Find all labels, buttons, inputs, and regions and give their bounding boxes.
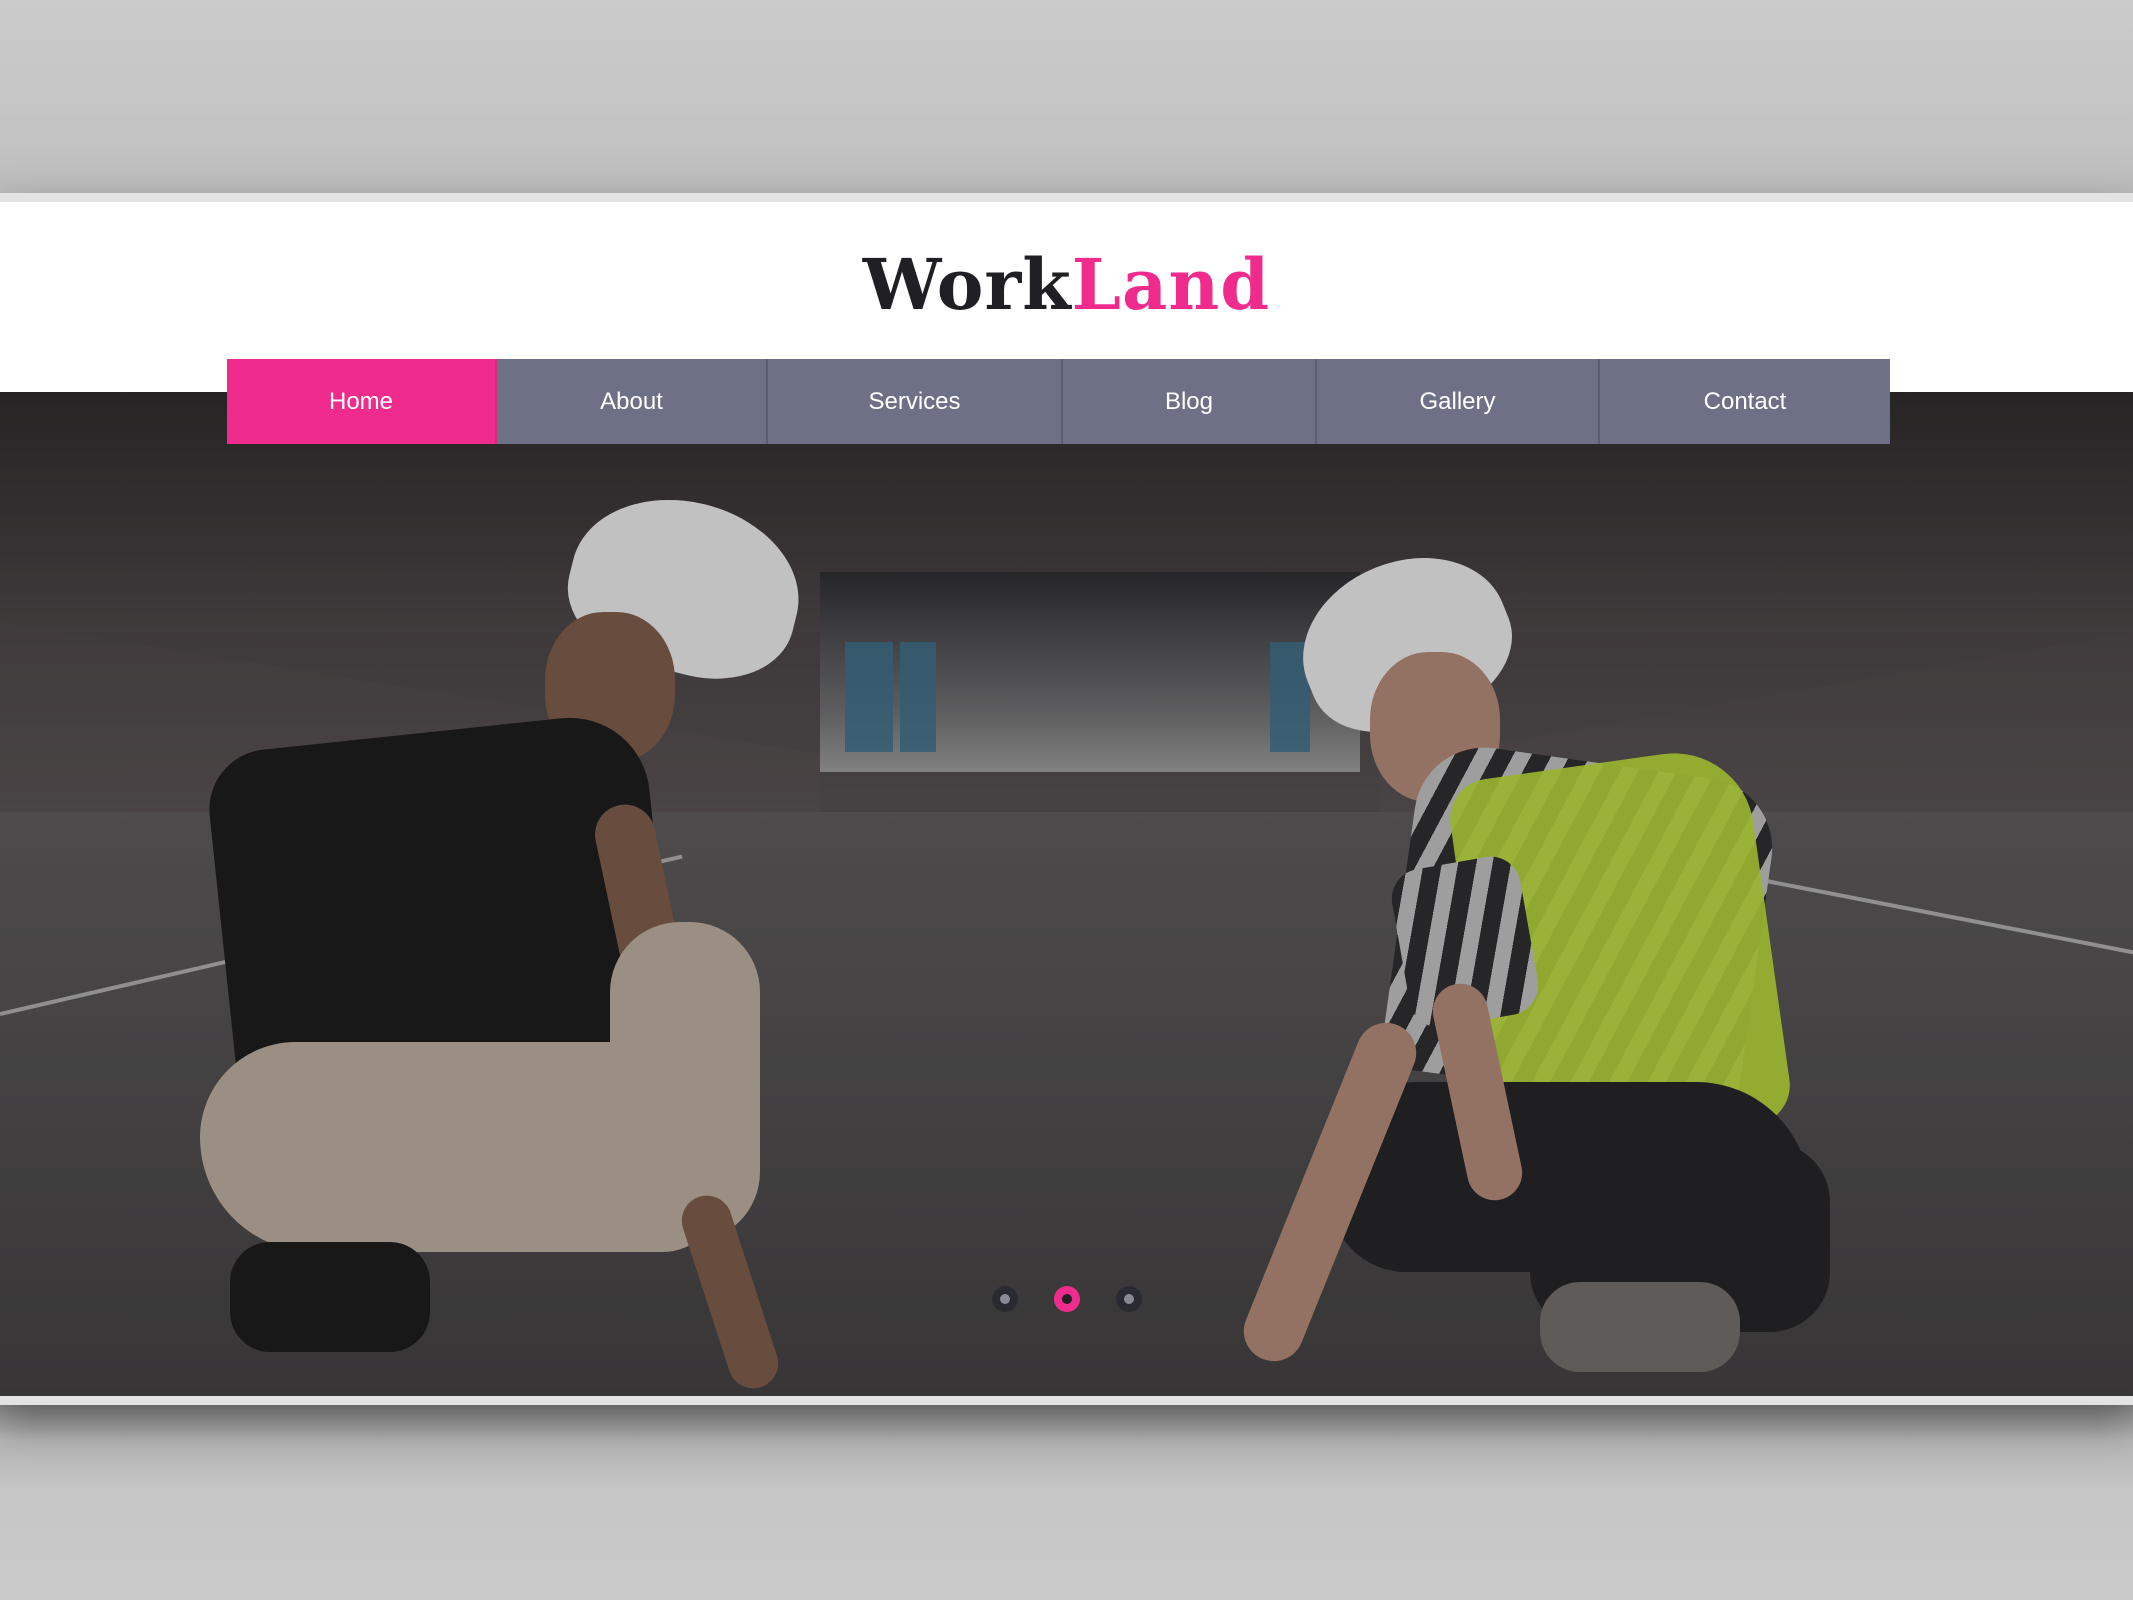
nav-home[interactable]: Home — [227, 359, 497, 444]
site-logo[interactable]: WorkLand — [0, 250, 2133, 320]
page-backdrop-top — [0, 0, 2133, 193]
main-navigation: Home About Services Blog Gallery Contact — [227, 359, 1890, 444]
nav-gallery-label: Gallery — [1419, 387, 1496, 415]
nav-services-label: Services — [868, 387, 961, 415]
nav-about[interactable]: About — [497, 359, 768, 444]
logo-text-work: Work — [862, 243, 1072, 326]
slider-dot-2[interactable] — [1053, 1286, 1080, 1312]
nav-home-label: Home — [328, 387, 394, 415]
nav-gallery[interactable]: Gallery — [1317, 359, 1600, 444]
page-backdrop-bottom — [0, 1405, 2133, 1600]
nav-about-label: About — [600, 387, 663, 415]
slider-pagination — [0, 1286, 2133, 1316]
slider-dot-1[interactable] — [991, 1286, 1018, 1312]
logo-text-land: Land — [1071, 243, 1271, 326]
nav-blog[interactable]: Blog — [1063, 359, 1317, 444]
nav-services[interactable]: Services — [768, 359, 1063, 444]
nav-blog-label: Blog — [1164, 387, 1214, 415]
slider-dot-3[interactable] — [1115, 1286, 1142, 1312]
website-preview: WorkLand Home About Services Blog Galler… — [0, 193, 2133, 1405]
hero-dark-overlay — [0, 392, 2133, 1396]
nav-contact-label: Contact — [1703, 387, 1787, 415]
hero-slider-image — [0, 392, 2133, 1396]
nav-contact[interactable]: Contact — [1600, 359, 1890, 444]
